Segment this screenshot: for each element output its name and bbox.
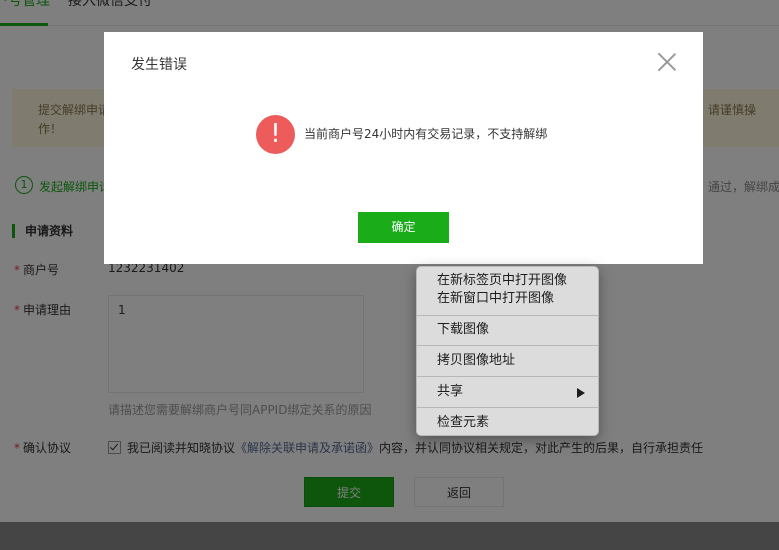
error-dialog: 发生错误 ! 当前商户号24小时内有交易记录，不支持解绑 确定 [104, 32, 703, 264]
menu-item-open-in-new-tab[interactable]: 在新标签页中打开图像 [437, 272, 567, 289]
menu-divider [417, 376, 598, 377]
menu-item-download-image[interactable]: 下载图像 [437, 321, 489, 338]
menu-divider [417, 315, 598, 316]
menu-item-open-in-new-window[interactable]: 在新窗口中打开图像 [437, 290, 554, 307]
menu-divider [417, 345, 598, 346]
menu-item-inspect-element[interactable]: 检查元素 [437, 414, 489, 431]
dialog-title: 发生错误 [131, 57, 187, 73]
close-icon[interactable] [657, 52, 677, 72]
confirm-button[interactable]: 确定 [358, 212, 449, 243]
menu-item-copy-image-address[interactable]: 拷贝图像地址 [437, 352, 515, 369]
error-icon: ! [256, 115, 295, 154]
error-message: 当前商户号24小时内有交易记录，不支持解绑 [304, 127, 548, 141]
context-menu: 在新标签页中打开图像 在新窗口中打开图像 下载图像 拷贝图像地址 共享 检查元素 [416, 266, 599, 436]
menu-item-share[interactable]: 共享 [437, 383, 463, 400]
menu-divider [417, 407, 598, 408]
chevron-right-icon [577, 388, 585, 398]
